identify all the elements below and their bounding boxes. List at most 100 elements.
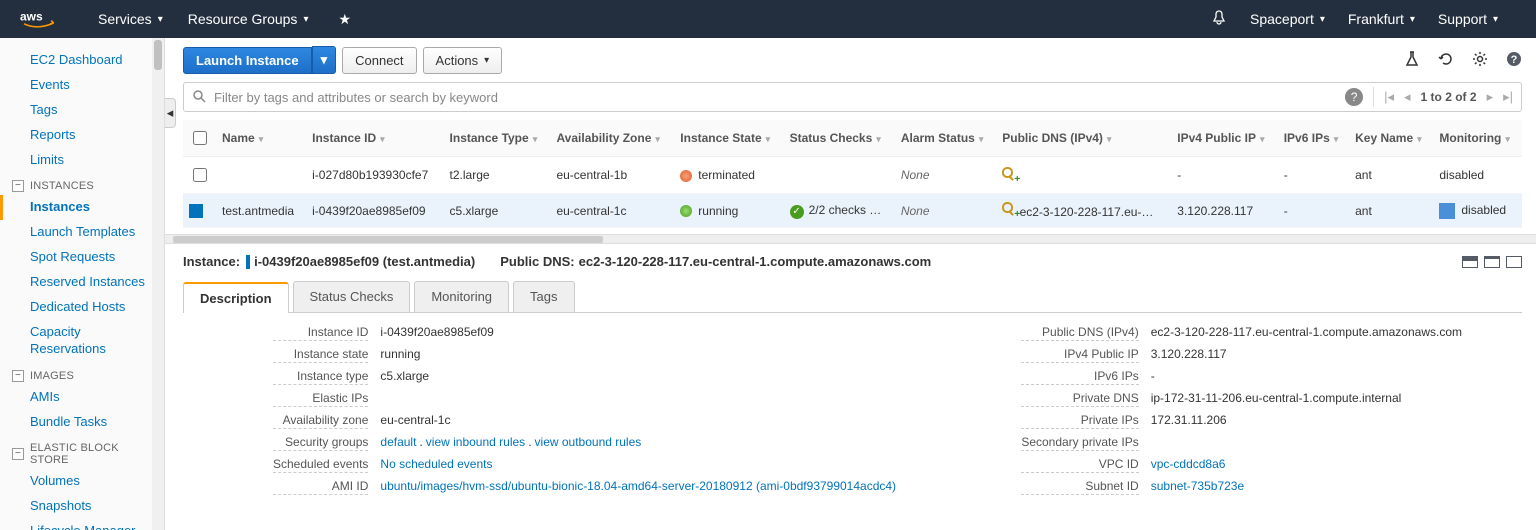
nav-region[interactable]: Frankfurt▾ — [1348, 11, 1415, 27]
check-passed-icon: ✓ — [790, 205, 804, 219]
sidebar-item-dedicated-hosts[interactable]: Dedicated Hosts — [0, 295, 164, 320]
actions-button[interactable]: Actions▾ — [423, 47, 503, 74]
nav-resource-groups[interactable]: Resource Groups▾ — [188, 11, 309, 27]
launch-instance-dropdown[interactable]: ▾ — [312, 46, 337, 74]
pager-next[interactable]: ▸ — [1487, 89, 1494, 105]
desc-value — [1151, 435, 1462, 451]
experiment-icon[interactable] — [1404, 51, 1420, 70]
column-header[interactable]: IPv6 IPs▾ — [1278, 120, 1349, 157]
sidebar: EC2 DashboardEventsTagsReportsLimits−INS… — [0, 38, 165, 530]
desc-label: Availability zone — [273, 413, 368, 429]
column-header[interactable]: Availability Zone▾ — [550, 120, 674, 157]
desc-value: eu-central-1c — [380, 413, 896, 429]
main-content: Launch Instance ▾ Connect Actions▾ ? ? |… — [165, 38, 1536, 530]
column-header[interactable]: Status Checks▾ — [784, 120, 895, 157]
sidebar-item-bundle-tasks[interactable]: Bundle Tasks — [0, 410, 164, 435]
desc-value: i-0439f20ae8985ef09 — [380, 325, 896, 341]
sidebar-item-snapshots[interactable]: Snapshots — [0, 494, 164, 519]
nav-account[interactable]: Spaceport▾ — [1250, 11, 1325, 27]
panel-size-max-icon[interactable] — [1506, 256, 1522, 268]
desc-value: No scheduled events — [380, 457, 896, 473]
magnify-icon[interactable]: + — [1002, 202, 1016, 216]
table-row[interactable]: i-027d80b193930cfe7t2.largeeu-central-1b… — [183, 157, 1522, 194]
nav-support[interactable]: Support▾ — [1438, 11, 1498, 27]
pager-first[interactable]: |◂ — [1384, 89, 1394, 105]
sidebar-item-limits[interactable]: Limits — [0, 148, 164, 173]
desc-value: ip-172-31-11-206.eu-central-1.compute.in… — [1151, 391, 1462, 407]
sidebar-scrollbar[interactable] — [152, 38, 164, 530]
filter-bar: ? |◂ ◂ 1 to 2 of 2 ▸ ▸| — [183, 82, 1522, 112]
state-dot-icon — [680, 205, 692, 217]
detail-public-dns: ec2-3-120-228-117.eu-central-1.compute.a… — [579, 254, 932, 269]
panel-size-min-icon[interactable] — [1462, 256, 1478, 268]
sidebar-item-events[interactable]: Events — [0, 73, 164, 98]
sidebar-item-lifecycle-manager[interactable]: Lifecycle Manager — [0, 519, 164, 530]
column-header[interactable]: Monitoring▾ — [1433, 120, 1522, 157]
svg-text:?: ? — [1511, 54, 1518, 66]
tab-monitoring[interactable]: Monitoring — [414, 281, 509, 312]
column-header[interactable]: Alarm Status▾ — [895, 120, 996, 157]
sidebar-item-spot-requests[interactable]: Spot Requests — [0, 245, 164, 270]
nav-services[interactable]: Services▾ — [98, 11, 163, 27]
desc-value: - — [1151, 369, 1462, 385]
row-checkbox[interactable] — [193, 168, 207, 182]
collapse-icon[interactable]: − — [12, 370, 24, 382]
desc-label: Subnet ID — [1021, 479, 1138, 495]
magnify-icon[interactable]: + — [1002, 167, 1016, 181]
select-all-checkbox[interactable] — [193, 131, 207, 145]
nav-pin-icon[interactable]: ★ — [338, 11, 351, 28]
tab-status-checks[interactable]: Status Checks — [293, 281, 411, 312]
tab-tags[interactable]: Tags — [513, 281, 574, 312]
column-header[interactable]: Instance State▾ — [674, 120, 783, 157]
instances-table: Name▾Instance ID▾Instance Type▾Availabil… — [183, 120, 1522, 228]
pager-prev[interactable]: ◂ — [1404, 89, 1411, 105]
sidebar-item-reserved-instances[interactable]: Reserved Instances — [0, 270, 164, 295]
sidebar-heading: −ELASTIC BLOCK STORE — [0, 434, 164, 469]
collapse-icon[interactable]: − — [12, 180, 24, 192]
launch-instance-button[interactable]: Launch Instance — [183, 47, 312, 74]
column-header[interactable]: Instance Type▾ — [444, 120, 551, 157]
detail-tabs: DescriptionStatus ChecksMonitoringTags — [183, 281, 1522, 313]
desc-label: Instance state — [273, 347, 368, 363]
sidebar-collapse-handle[interactable]: ◂ — [165, 98, 176, 128]
column-header[interactable]: Name▾ — [216, 120, 306, 157]
refresh-icon[interactable] — [1438, 51, 1454, 70]
desc-label: VPC ID — [1021, 457, 1138, 473]
sidebar-item-instances[interactable]: Instances — [0, 195, 164, 220]
column-header[interactable]: Instance ID▾ — [306, 120, 443, 157]
aws-logo[interactable]: aws — [20, 8, 68, 30]
sidebar-item-volumes[interactable]: Volumes — [0, 469, 164, 494]
column-header[interactable]: IPv4 Public IP▾ — [1171, 120, 1277, 157]
desc-value: subnet-735b723e — [1151, 479, 1462, 495]
detail-header: Instance: i-0439f20ae8985ef09 (test.antm… — [183, 244, 1522, 279]
description-panel: Instance IDi-0439f20ae8985ef09Instance s… — [183, 313, 1522, 507]
search-icon — [192, 89, 206, 106]
column-header[interactable]: Key Name▾ — [1349, 120, 1433, 157]
notifications-icon[interactable] — [1211, 10, 1227, 29]
sidebar-item-capacity-reservations[interactable]: Capacity Reservations — [0, 320, 164, 362]
sidebar-item-tags[interactable]: Tags — [0, 98, 164, 123]
settings-icon[interactable] — [1472, 51, 1488, 70]
desc-label: Private IPs — [1021, 413, 1138, 429]
filter-input[interactable] — [212, 89, 1345, 106]
tab-description[interactable]: Description — [183, 282, 289, 313]
filter-help-icon[interactable]: ? — [1345, 88, 1363, 106]
sidebar-item-launch-templates[interactable]: Launch Templates — [0, 220, 164, 245]
collapse-icon[interactable]: − — [12, 448, 24, 460]
sidebar-item-amis[interactable]: AMIs — [0, 385, 164, 410]
desc-label: Public DNS (IPv4) — [1021, 325, 1138, 341]
connect-button[interactable]: Connect — [342, 47, 416, 74]
column-header[interactable]: Public DNS (IPv4)▾ — [996, 120, 1171, 157]
table-row[interactable]: test.antmediai-0439f20ae8985ef09c5.xlarg… — [183, 194, 1522, 228]
help-icon[interactable]: ? — [1506, 51, 1522, 70]
sidebar-item-reports[interactable]: Reports — [0, 123, 164, 148]
panel-size-mid-icon[interactable] — [1484, 256, 1500, 268]
sidebar-heading: −INSTANCES — [0, 172, 164, 195]
sidebar-item-ec2-dashboard[interactable]: EC2 Dashboard — [0, 48, 164, 73]
row-checkbox[interactable] — [189, 204, 203, 218]
pager-text: 1 to 2 of 2 — [1421, 90, 1477, 104]
desc-value — [380, 391, 896, 407]
horizontal-splitter[interactable] — [165, 234, 1536, 244]
pager-last[interactable]: ▸| — [1503, 89, 1513, 105]
desc-label: IPv6 IPs — [1021, 369, 1138, 385]
